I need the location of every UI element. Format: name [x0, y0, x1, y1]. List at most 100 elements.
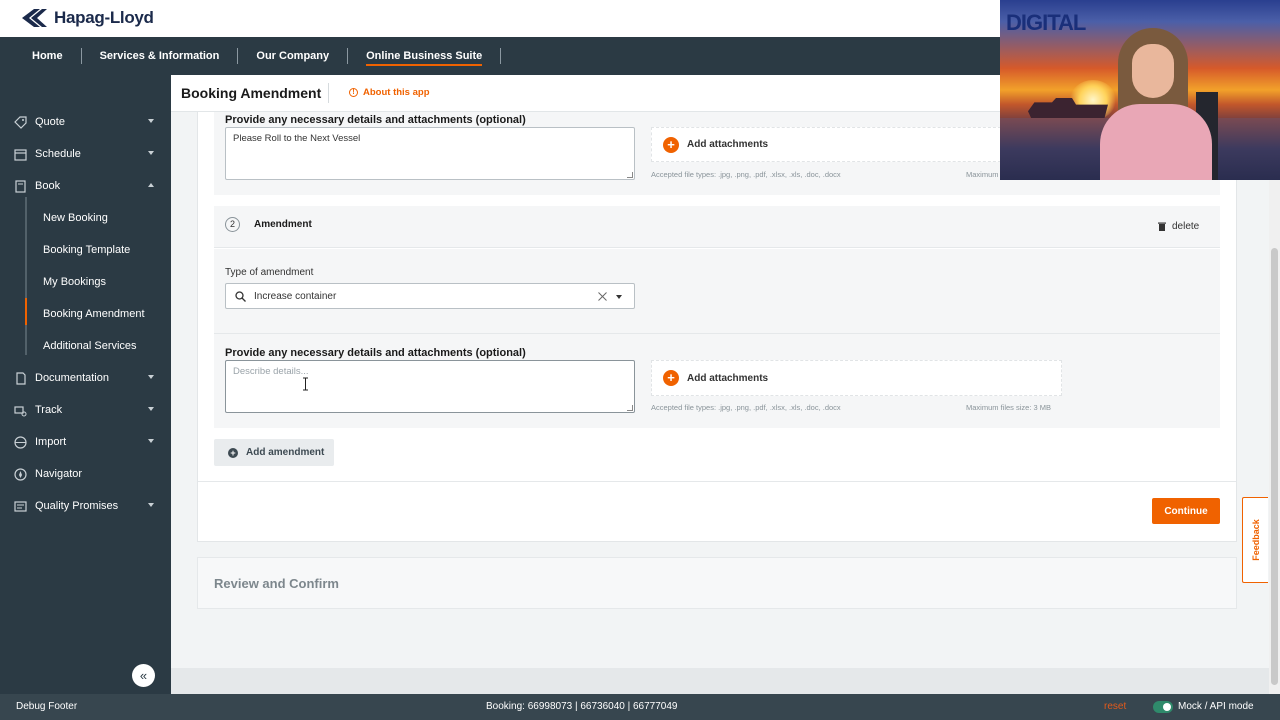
document-icon — [13, 371, 27, 385]
chevron-up-icon — [148, 183, 154, 187]
tag-icon — [13, 115, 27, 129]
presenter-face — [1132, 44, 1174, 98]
sidebar-subitem-booking-amendment[interactable]: Booking Amendment — [43, 304, 145, 324]
sidebar-item-label: Import — [35, 436, 67, 448]
booking-numbers: Booking: 66998073 | 66736040 | 66777049 — [486, 701, 678, 712]
feedback-tab[interactable]: Feedback — [1242, 497, 1268, 583]
amendment-1-details-textarea[interactable]: Please Roll to the Next Vessel — [225, 127, 635, 180]
sidebar-item-label: Quality Promises — [35, 500, 119, 512]
sidebar-item-label: Track — [35, 404, 63, 416]
sidebar-item-quality-promises[interactable]: Quality Promises — [0, 494, 171, 518]
brand-logo[interactable]: Hapag-Lloyd — [20, 7, 154, 29]
sidebar-subitem-new-booking[interactable]: New Booking — [43, 208, 108, 228]
quality-icon — [13, 499, 27, 513]
type-of-amendment-label: Type of amendment — [225, 267, 314, 278]
search-icon — [235, 290, 246, 302]
sidebar-item-label: Navigator — [35, 468, 83, 480]
amendment-1-add-attachments[interactable]: + Add attachments — [651, 127, 1011, 162]
submenu-track — [25, 197, 27, 355]
delete-amendment-button[interactable]: delete — [1158, 221, 1199, 232]
debug-footer-label: Debug Footer — [16, 701, 78, 712]
chevron-down-icon[interactable] — [616, 295, 622, 299]
resize-handle-icon[interactable] — [627, 405, 633, 411]
amendment-2-header — [214, 206, 1220, 248]
review-and-confirm-title: Review and Confirm — [214, 576, 339, 591]
amendment-2-details-label: Provide any necessary details and attach… — [225, 347, 526, 359]
nav-home[interactable]: Home — [14, 48, 81, 64]
plus-icon: + — [663, 136, 679, 153]
calendar-icon — [13, 147, 27, 161]
sidebar-item-quote[interactable]: Quote — [0, 110, 171, 134]
chevron-down-icon — [148, 151, 154, 155]
sidebar: Quote Schedule Book New Booking Booking … — [0, 75, 171, 694]
sidebar-item-label: Documentation — [35, 372, 109, 384]
plus-circle-icon: + — [228, 447, 238, 458]
sidebar-item-label: Schedule — [35, 148, 81, 160]
sidebar-subitem-additional-services[interactable]: Additional Services — [43, 336, 137, 356]
chevron-down-icon — [148, 503, 154, 507]
trash-icon — [1158, 222, 1166, 231]
info-icon: ! — [349, 88, 358, 97]
amendment-2-details-placeholder: Describe details... — [233, 366, 309, 377]
submenu-active-indicator — [25, 298, 27, 325]
reset-link[interactable]: reset — [1104, 701, 1126, 712]
about-label: About this app — [363, 87, 430, 98]
header-divider — [328, 83, 329, 103]
compass-icon — [13, 467, 27, 481]
section-divider — [198, 481, 1236, 482]
nav-online-business-suite[interactable]: Online Business Suite — [348, 48, 500, 66]
amendment-1-details-label: Provide any necessary details and attach… — [225, 114, 526, 126]
nav-our-company[interactable]: Our Company — [238, 48, 347, 64]
sidebar-subitem-my-bookings[interactable]: My Bookings — [43, 272, 106, 292]
scrollbar-thumb[interactable] — [1271, 248, 1278, 685]
chevron-down-icon — [148, 407, 154, 411]
text-cursor-icon — [303, 377, 308, 391]
about-this-app-link[interactable]: ! About this app — [349, 87, 430, 98]
mode-label: Mock / API mode — [1178, 701, 1254, 712]
book-icon — [13, 179, 27, 193]
amendment-2-number: 2 — [225, 217, 240, 232]
mock-api-toggle[interactable] — [1153, 701, 1173, 713]
collapse-sidebar-button[interactable]: « — [132, 664, 155, 687]
type-of-amendment-select[interactable]: Increase container — [225, 283, 635, 309]
import-icon — [13, 435, 27, 449]
video-overlay-text: DIGITAL — [1006, 10, 1086, 35]
resize-handle-icon[interactable] — [627, 172, 633, 178]
amendment-1-details-value: Please Roll to the Next Vessel — [233, 133, 361, 144]
double-chevron-left-icon: « — [139, 668, 148, 683]
presenter-body — [1100, 104, 1212, 180]
sidebar-item-label: Quote — [35, 116, 65, 128]
type-of-amendment-value: Increase container — [254, 290, 337, 302]
clear-icon[interactable] — [598, 292, 607, 301]
hapag-lloyd-logo-icon — [20, 7, 48, 29]
sidebar-item-schedule[interactable]: Schedule — [0, 142, 171, 166]
add-amendment-button[interactable]: + Add amendment — [214, 439, 334, 466]
sidebar-subitem-booking-template[interactable]: Booking Template — [43, 240, 130, 260]
amendment-2-max-size: Maximum files size: 3 MB — [966, 403, 1052, 412]
amendment-2-details-textarea[interactable]: Describe details... — [225, 360, 635, 413]
amendment-2-add-attachments[interactable]: + Add attachments — [651, 360, 1062, 396]
presenter-video-overlay: DIGITAL — [1000, 0, 1280, 180]
nav-divider — [500, 48, 502, 64]
continue-button[interactable]: Continue — [1152, 498, 1220, 524]
main-bottom-strip — [171, 668, 1269, 694]
plus-icon: + — [663, 370, 679, 386]
sidebar-item-book[interactable]: Book — [0, 174, 171, 198]
chevron-down-icon — [148, 119, 154, 123]
amendment-2-title: Amendment — [254, 219, 312, 230]
chevron-down-icon — [148, 375, 154, 379]
chevron-down-icon — [148, 439, 154, 443]
sidebar-item-import[interactable]: Import — [0, 430, 171, 454]
sidebar-item-label: Book — [35, 180, 61, 192]
page-title: Booking Amendment — [181, 85, 322, 101]
amendment-2-accepted-types: Accepted file types: .jpg, .png, .pdf, .… — [651, 403, 841, 412]
nav-services-information[interactable]: Services & Information — [82, 48, 238, 64]
sidebar-item-documentation[interactable]: Documentation — [0, 366, 171, 390]
brand-name: Hapag-Lloyd — [54, 8, 154, 27]
sidebar-item-track[interactable]: Track — [0, 398, 171, 422]
amendment-1-max-size: Maximum — [966, 170, 999, 179]
track-icon — [13, 403, 27, 417]
review-and-confirm-section[interactable]: Review and Confirm — [197, 557, 1237, 609]
amendment-1-accepted-types: Accepted file types: .jpg, .png, .pdf, .… — [651, 170, 841, 179]
sidebar-item-navigator[interactable]: Navigator — [0, 462, 171, 486]
